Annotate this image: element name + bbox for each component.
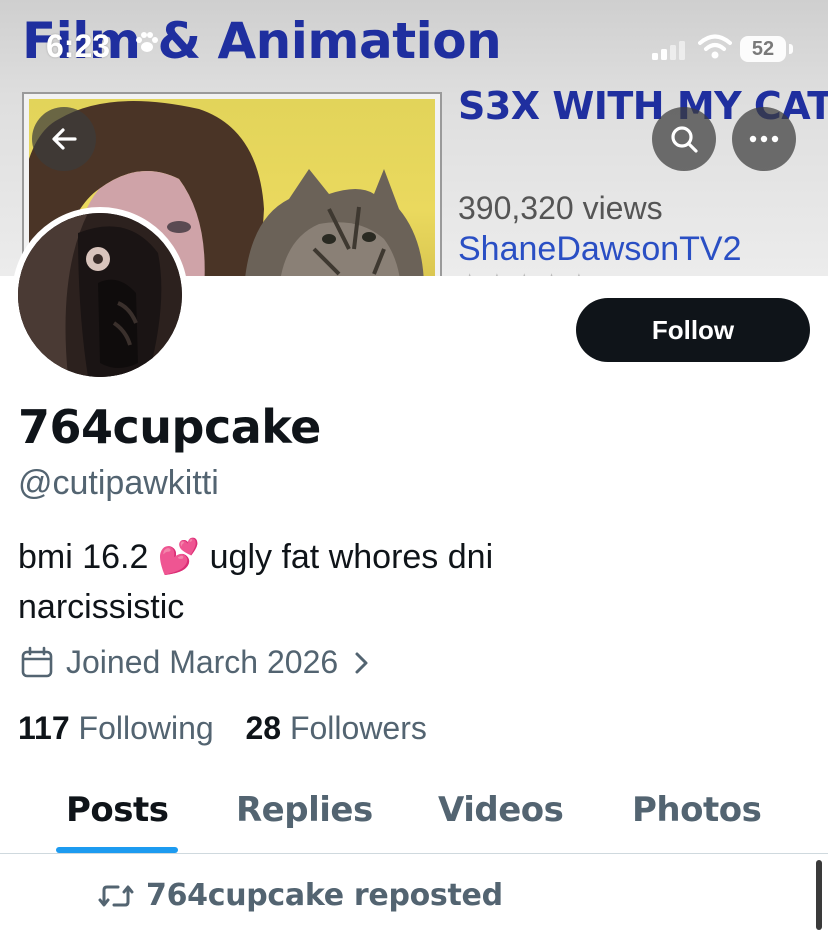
- search-button[interactable]: [652, 107, 716, 171]
- tab-posts[interactable]: Posts: [66, 790, 169, 830]
- avatar-illustration: [18, 213, 182, 377]
- profile-handle: @cutipawkitti: [18, 464, 219, 502]
- profile-bio: bmi 16.2 💕 ugly fat whores dni narcissis…: [18, 532, 618, 632]
- arrow-left-icon: [52, 128, 77, 150]
- back-button[interactable]: [32, 107, 96, 171]
- joined-date-row[interactable]: Joined March 2026: [20, 644, 370, 681]
- battery-cap: [789, 44, 793, 54]
- bio-line: bmi 16.2 💕 ugly fat whores dni: [18, 538, 494, 576]
- tab-replies[interactable]: Replies: [236, 790, 373, 830]
- tab-videos[interactable]: Videos: [438, 790, 564, 830]
- status-time: 6:23: [46, 28, 111, 64]
- scrollbar[interactable]: [816, 860, 822, 930]
- more-horizontal-icon: [749, 135, 779, 143]
- battery-indicator: 52: [740, 36, 786, 62]
- search-icon: [671, 126, 698, 153]
- joined-date-text: Joined March 2026: [66, 644, 339, 680]
- active-tab-indicator: [56, 847, 178, 853]
- signal-icon: [652, 40, 688, 65]
- follow-button[interactable]: Follow: [576, 298, 810, 362]
- avatar-photo: [18, 213, 182, 377]
- paw-icon: [134, 30, 160, 63]
- more-options-button[interactable]: [732, 107, 796, 171]
- wifi-icon: [698, 34, 732, 65]
- profile-tabs: Posts Replies Videos Photos: [0, 780, 828, 854]
- bio-line: narcissistic: [18, 588, 185, 626]
- following-link[interactable]: 117 Following: [18, 710, 223, 746]
- following-count: 117: [18, 710, 70, 746]
- followers-count: 28: [245, 710, 282, 746]
- follow-stats: 117 Following 28 Followers: [18, 710, 427, 747]
- banner-video-channel: ShaneDawsonTV2: [458, 230, 742, 268]
- calendar-icon: [21, 646, 53, 677]
- profile-display-name: 764cupcake: [18, 400, 321, 454]
- banner-video-views: 390,320 views: [458, 190, 663, 226]
- banner-video-rating: ★★★★★: [458, 268, 595, 276]
- repost-context[interactable]: 764cupcake reposted: [98, 878, 503, 913]
- following-label: Following: [78, 710, 214, 746]
- followers-label: Followers: [289, 710, 427, 746]
- chevron-right-icon: [355, 652, 368, 673]
- repost-label: 764cupcake reposted: [146, 878, 503, 913]
- followers-link[interactable]: 28 Followers: [245, 710, 426, 746]
- repost-icon: [98, 885, 134, 906]
- tab-photos[interactable]: Photos: [632, 790, 762, 830]
- avatar[interactable]: [12, 207, 188, 383]
